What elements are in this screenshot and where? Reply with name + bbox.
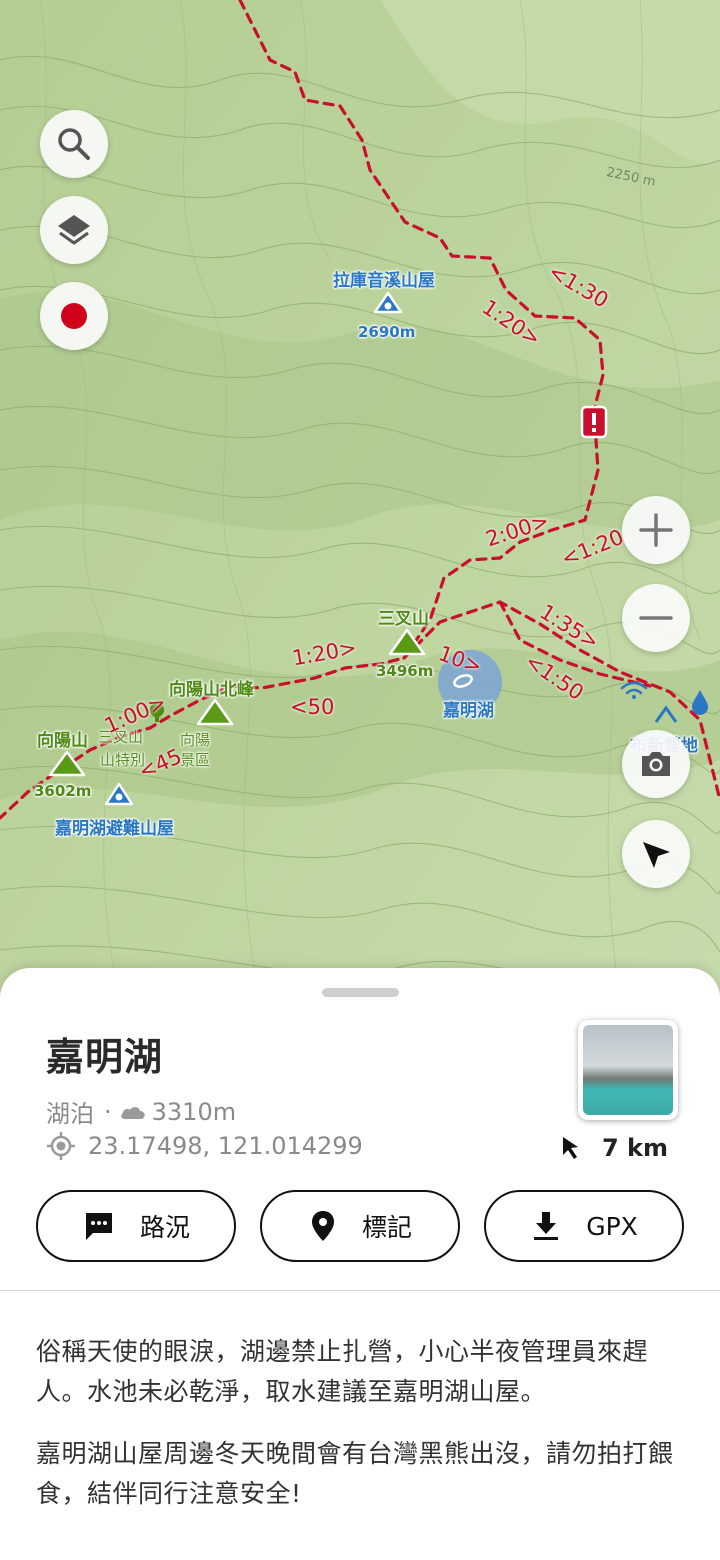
topographic-map[interactable]: 拉庫音溪山屋 2690m 嘉明湖避難山屋 三叉山 3496m 向陽山北峰 向陽山… bbox=[0, 0, 720, 1000]
hut-elevation: 2690m bbox=[358, 323, 416, 341]
record-icon bbox=[61, 303, 87, 329]
gpx-label: GPX bbox=[586, 1211, 638, 1241]
zoom-out-icon bbox=[639, 616, 673, 620]
peak-label[interactable]: 向陽山北峰 bbox=[169, 675, 254, 700]
coordinates-row[interactable]: 23.17498, 121.014299 bbox=[46, 1131, 363, 1161]
chat-icon bbox=[85, 1213, 112, 1240]
locate-button[interactable] bbox=[622, 820, 690, 888]
layers-button[interactable] bbox=[40, 196, 108, 264]
pin-icon bbox=[311, 1211, 334, 1241]
record-button[interactable] bbox=[40, 282, 108, 350]
trail-time-label: <50 bbox=[290, 695, 335, 719]
direction-arrow-icon bbox=[563, 1137, 578, 1159]
gpx-download-button[interactable]: GPX bbox=[484, 1190, 684, 1262]
camera-icon bbox=[642, 752, 670, 776]
place-category: 湖泊 bbox=[46, 1100, 94, 1128]
download-icon bbox=[534, 1212, 559, 1240]
locate-icon bbox=[643, 842, 670, 868]
peak-elevation: 3496m bbox=[376, 662, 434, 680]
separator-dot: · bbox=[104, 1097, 112, 1126]
distance-indicator: 7 km bbox=[560, 1134, 668, 1162]
search-button[interactable] bbox=[40, 110, 108, 178]
warning-marker-icon bbox=[580, 405, 608, 439]
terrain-contours bbox=[0, 0, 720, 1000]
description-paragraph: 嘉明湖山屋周邊冬天晚間會有台灣黑熊出沒，請勿拍打餵食，結伴同行注意安全! bbox=[36, 1439, 674, 1508]
hut-label[interactable]: 拉庫音溪山屋 bbox=[333, 266, 435, 291]
area-label: 景區 bbox=[180, 751, 211, 769]
place-meta: 湖泊 · 3310m bbox=[46, 1094, 236, 1129]
description-paragraph: 俗稱天使的眼淚，湖邊禁止扎營，小心半夜管理員來趕人。水池未必乾淨，取水建議至嘉明… bbox=[36, 1337, 649, 1406]
hut-label[interactable]: 嘉明湖避難山屋 bbox=[55, 814, 174, 839]
place-photo[interactable] bbox=[578, 1020, 678, 1120]
peak-label[interactable]: 向陽山 bbox=[37, 726, 88, 751]
coordinates-text: 23.17498, 121.014299 bbox=[88, 1132, 363, 1160]
road-condition-label: 路況 bbox=[139, 1213, 190, 1242]
action-buttons: 路況 標記 GPX bbox=[36, 1190, 684, 1262]
bookmark-button[interactable]: 標記 bbox=[260, 1190, 460, 1262]
sheet-drag-handle[interactable] bbox=[322, 988, 399, 997]
camera-button[interactable] bbox=[622, 730, 690, 798]
layers-icon bbox=[58, 215, 90, 245]
area-label: 向陽 bbox=[180, 731, 211, 749]
peak-elevation: 3602m bbox=[34, 782, 92, 800]
zoom-out-button[interactable] bbox=[622, 584, 690, 652]
zoom-in-icon bbox=[639, 513, 673, 547]
peak-label[interactable]: 三叉山 bbox=[378, 604, 429, 629]
gps-target-icon bbox=[47, 1132, 75, 1160]
place-elevation: 3310m bbox=[151, 1097, 237, 1126]
section-divider bbox=[0, 1290, 720, 1291]
zoom-in-button[interactable] bbox=[622, 496, 690, 564]
search-icon bbox=[58, 128, 90, 160]
lake-label[interactable]: 嘉明湖 bbox=[443, 696, 494, 721]
distance-text: 7 km bbox=[602, 1134, 669, 1162]
road-condition-button[interactable]: 路況 bbox=[36, 1190, 236, 1262]
cloud-icon bbox=[120, 1106, 145, 1119]
place-title: 嘉明湖 bbox=[46, 1035, 164, 1079]
lake-photo-image bbox=[583, 1025, 673, 1115]
place-detail-sheet: 嘉明湖 湖泊 · 3310m 23.17498, 121.014299 7 km bbox=[0, 968, 720, 1560]
bookmark-label: 標記 bbox=[361, 1213, 412, 1242]
